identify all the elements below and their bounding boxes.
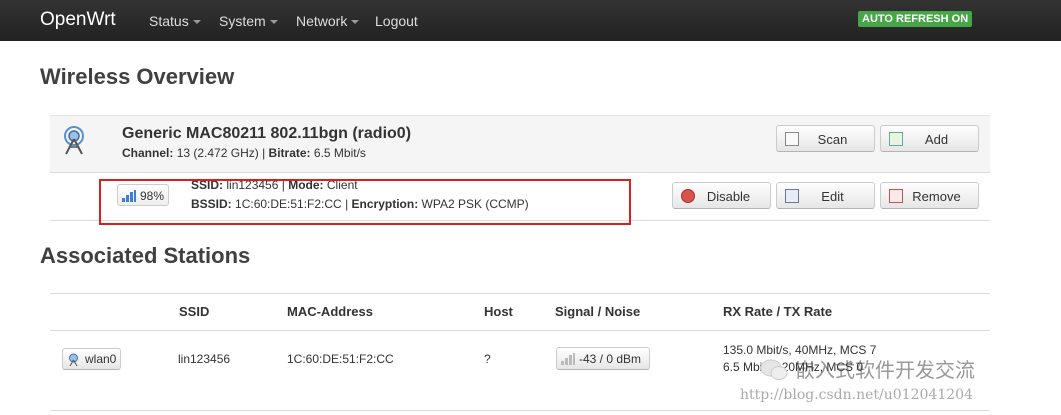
- page-title: Wireless Overview: [40, 64, 235, 89]
- col-ssid: SSID: [179, 304, 210, 319]
- caret-down-icon: [269, 20, 278, 25]
- top-navbar: OpenWrt Status System Network Logout AUT…: [0, 0, 1061, 41]
- nav-logout[interactable]: Logout: [375, 13, 418, 29]
- table-header-border: [50, 330, 990, 331]
- scan-button[interactable]: Scan: [776, 125, 875, 152]
- wireless-icon: [69, 353, 78, 366]
- brand-logo[interactable]: OpenWrt: [40, 9, 116, 31]
- col-mac: MAC-Address: [287, 304, 373, 319]
- iface-badge[interactable]: wlan0: [62, 348, 121, 370]
- table-top-border: [50, 293, 990, 294]
- station-mac: 1C:60:DE:51:F2:CC: [287, 352, 394, 366]
- signal-bars-icon: [561, 353, 575, 365]
- wechat-logo-icon: [760, 359, 788, 380]
- station-ssid: lin123456: [178, 352, 231, 366]
- station-signal-badge: -43 / 0 dBm: [556, 347, 650, 370]
- col-host: Host: [484, 304, 513, 319]
- wireless-radio-icon: [64, 126, 84, 155]
- highlight-annotation: [99, 179, 631, 225]
- watermark-url: http://blog.csdn.net/u012041204: [740, 387, 973, 403]
- radio-title: Generic MAC80211 802.11bgn (radio0): [122, 125, 412, 142]
- table-bottom-border: [50, 410, 990, 411]
- radio-info: Channel: 13 (2.472 GHz) | Bitrate: 6.5 M…: [122, 146, 366, 160]
- caret-down-icon: [351, 20, 360, 25]
- col-signal: Signal / Noise: [555, 304, 641, 319]
- watermark-text: 嵌入式软件开发交流: [795, 360, 975, 382]
- disable-button[interactable]: Disable: [672, 182, 771, 209]
- col-rate: RX Rate / TX Rate: [723, 304, 833, 319]
- nav-system[interactable]: System: [219, 13, 278, 29]
- edit-button[interactable]: Edit: [776, 182, 875, 209]
- stations-title: Associated Stations: [40, 243, 251, 268]
- remove-button[interactable]: Remove: [880, 182, 979, 209]
- nav-network[interactable]: Network: [296, 13, 360, 29]
- add-button[interactable]: Add: [880, 125, 979, 152]
- nav-status[interactable]: Status: [149, 13, 201, 29]
- station-host: ?: [484, 352, 491, 366]
- auto-refresh-badge[interactable]: AUTO REFRESH ON: [858, 11, 973, 27]
- caret-down-icon: [192, 20, 201, 25]
